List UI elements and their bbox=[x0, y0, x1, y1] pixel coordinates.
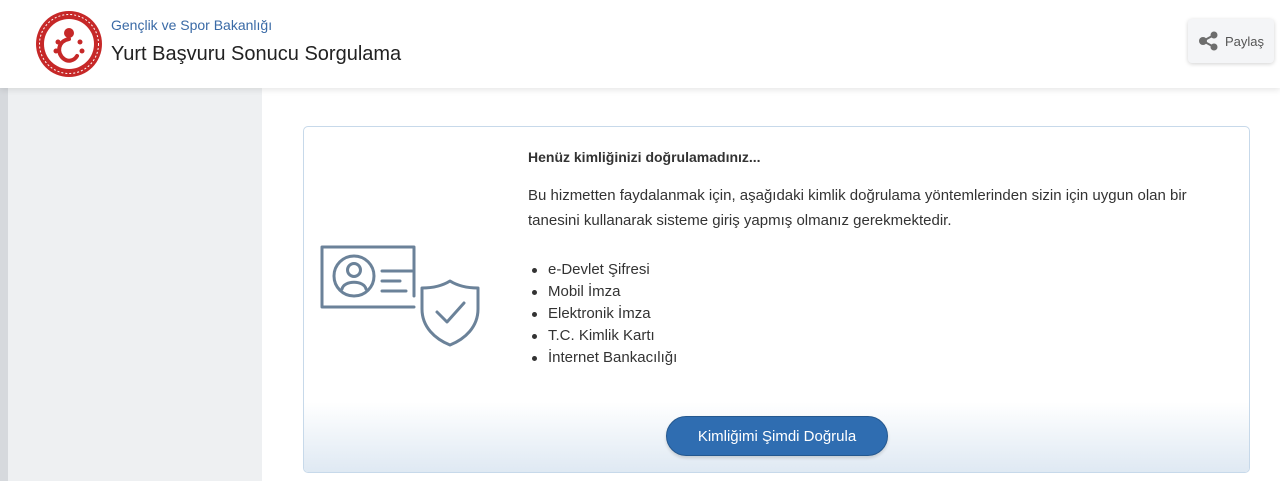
list-item: İnternet Bankacılığı bbox=[528, 347, 677, 369]
auth-notice-card: Henüz kimliğinizi doğrulamadınız... Bu h… bbox=[303, 126, 1250, 473]
page-edge bbox=[0, 88, 8, 481]
id-card-shield-icon bbox=[320, 245, 480, 347]
list-item: T.C. Kimlik Kartı bbox=[528, 325, 677, 347]
notice-heading: Henüz kimliğinizi doğrulamadınız... bbox=[528, 149, 761, 165]
list-item: Elektronik İmza bbox=[528, 303, 677, 325]
sidebar-panel bbox=[8, 88, 262, 481]
header-bar: Gençlik ve Spor Bakanlığı Yurt Başvuru S… bbox=[0, 0, 1280, 88]
share-label: Paylaş bbox=[1224, 33, 1265, 49]
share-icon bbox=[1198, 31, 1218, 51]
list-item: e-Devlet Şifresi bbox=[528, 259, 677, 281]
notice-description: Bu hizmetten faydalanmak için, aşağıdaki… bbox=[528, 187, 1187, 229]
ministry-emblem-icon[interactable] bbox=[34, 9, 104, 79]
auth-methods-list: e-Devlet Şifresi Mobil İmza Elektronik İ… bbox=[528, 259, 677, 369]
ministry-name[interactable]: Gençlik ve Spor Bakanlığı bbox=[111, 17, 272, 33]
share-button[interactable]: Paylaş bbox=[1188, 19, 1274, 63]
list-item: Mobil İmza bbox=[528, 281, 677, 303]
verify-identity-button[interactable]: Kimliğimi Şimdi Doğrula bbox=[666, 416, 888, 456]
page-title: Yurt Başvuru Sonucu Sorgulama bbox=[111, 43, 402, 65]
